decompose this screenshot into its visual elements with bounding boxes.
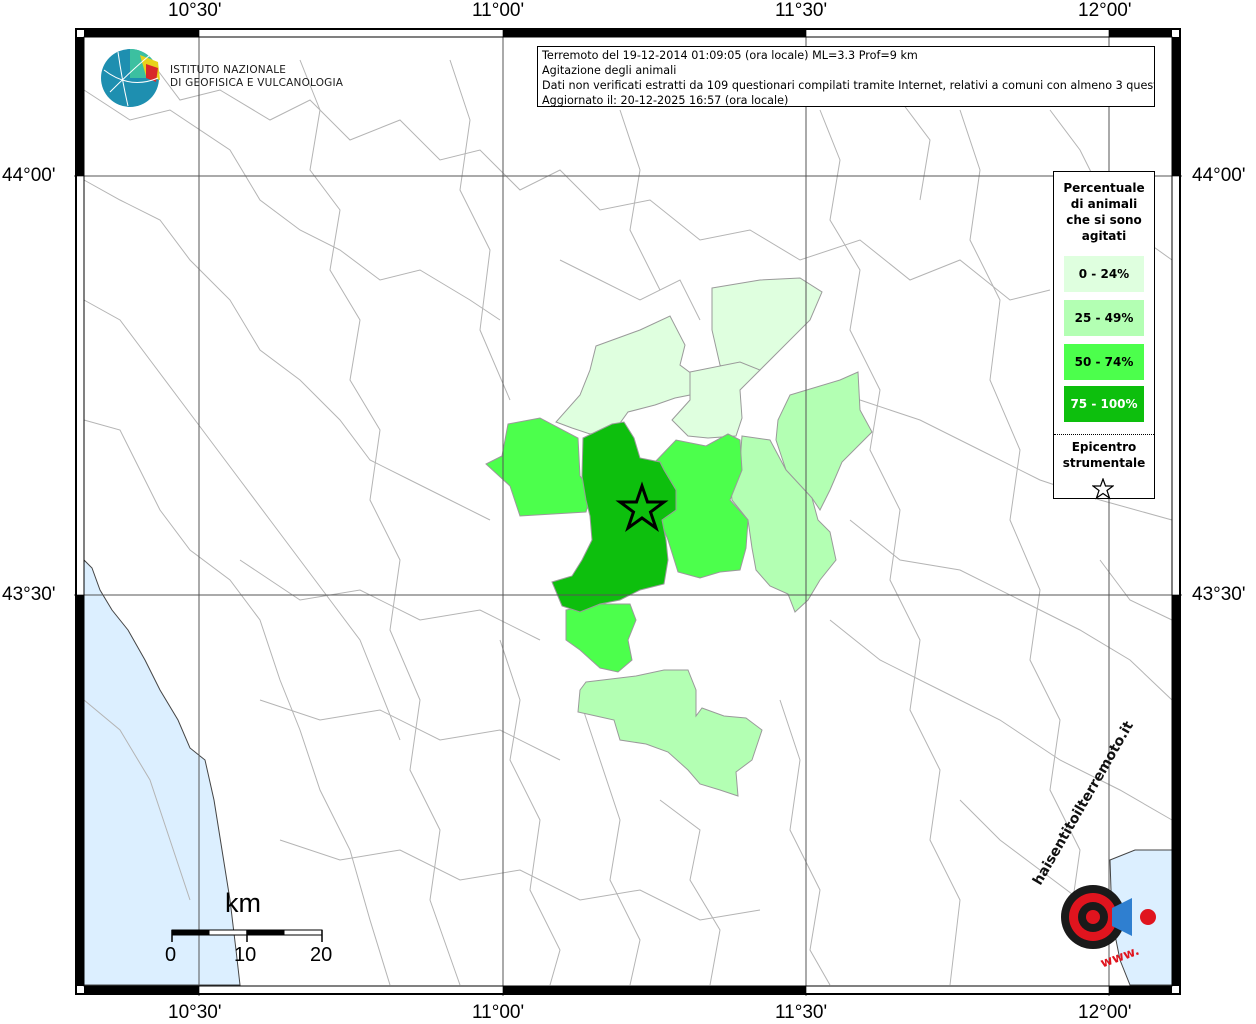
lon-tick-bottom: 11°00' (472, 1002, 525, 1023)
municipality-medium (485, 417, 593, 517)
lat-tick-right: 43°30' (1192, 584, 1246, 605)
lon-tick-top: 11°00' (472, 0, 525, 21)
legend-epicenter-line: Epicentro (1071, 440, 1137, 454)
lat-tick-right: 44°00' (1192, 165, 1246, 186)
lat-tick-left: 44°00' (2, 165, 56, 186)
event-info-line: Dati non verificati estratti da 109 ques… (542, 79, 1155, 92)
seismic-map (74, 28, 1182, 996)
lon-tick-top: 11°30' (775, 0, 828, 21)
event-info-line: Aggiornato il: 20-12-2025 16:57 (ora loc… (542, 94, 789, 107)
scale-label: 10 (234, 944, 257, 966)
event-info-line: Terremoto del 19-12-2014 01:09:05 (ora l… (542, 49, 918, 62)
sea-area (83, 558, 241, 986)
scale-label: 20 (310, 944, 333, 966)
legend-epicenter-label: Epicentro strumentale (1054, 439, 1154, 471)
institute-line: ISTITUTO NAZIONALE (170, 64, 287, 76)
lon-tick-bottom: 12°00' (1078, 1002, 1132, 1023)
legend-star-icon (1092, 478, 1114, 500)
lon-tick-bottom: 11°30' (775, 1002, 828, 1023)
scale-label: 0 (165, 944, 177, 966)
legend-class-swatch: 25 - 49% (1064, 300, 1144, 336)
legend-title: Percentuale di animali che si sono agita… (1054, 180, 1154, 244)
legend-epicenter-line: strumentale (1062, 456, 1146, 470)
legend-class-swatch: 75 - 100% (1064, 386, 1144, 422)
legend-title-line: di animali (1070, 197, 1138, 211)
map-legend: Percentuale di animali che si sono agita… (1053, 171, 1155, 500)
legend-separator (1054, 434, 1154, 435)
event-info-line: Agitazione degli animali (542, 64, 677, 77)
lon-tick-top: 10°30' (168, 0, 222, 21)
event-info-box: Terremoto del 19-12-2014 01:09:05 (ora l… (537, 46, 1155, 107)
legend-title-line: Percentuale (1063, 181, 1145, 195)
lon-tick-bottom: 10°30' (168, 1002, 222, 1023)
lat-tick-left: 43°30' (2, 584, 56, 605)
lon-tick-top: 12°00' (1078, 0, 1132, 21)
affected-municipalities (485, 277, 873, 797)
legend-class-swatch: 50 - 74% (1064, 344, 1144, 380)
ingv-logo-icon (101, 49, 160, 107)
legend-title-line: agitati (1081, 229, 1127, 243)
institute-name: ISTITUTO NAZIONALE DI GEOFISICA E VULCAN… (170, 64, 343, 90)
municipality-medium (565, 603, 637, 673)
scale-unit: km (225, 888, 261, 918)
legend-class-swatch: 0 - 24% (1064, 256, 1144, 292)
institute-line: DI GEOFISICA E VULCANOLOGIA (170, 77, 344, 89)
legend-title-line: che si sono (1066, 213, 1142, 227)
